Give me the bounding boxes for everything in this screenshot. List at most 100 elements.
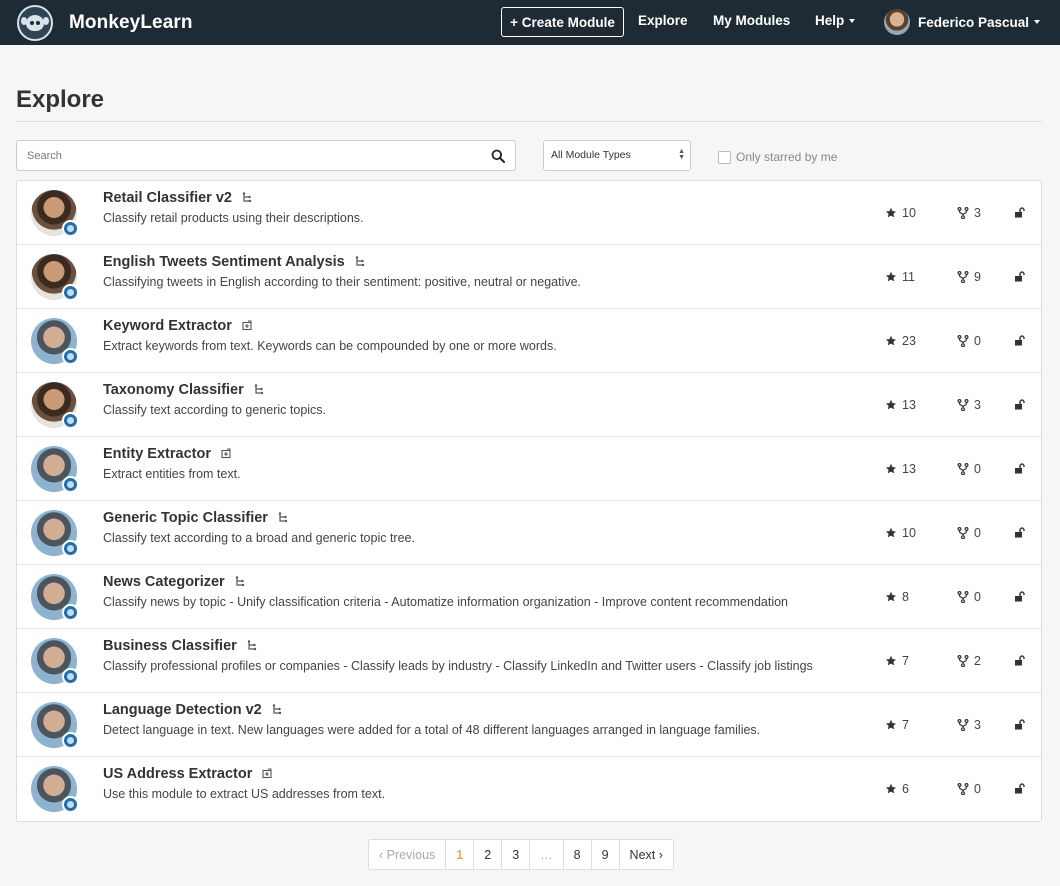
fork-count[interactable]: 0 xyxy=(957,526,981,540)
module-row[interactable]: Entity Extractor Extract entities from t… xyxy=(17,437,1041,501)
star-count-value: 8 xyxy=(902,590,909,604)
extractor-icon xyxy=(262,768,272,779)
module-row[interactable]: Language Detection v2 Detect language in… xyxy=(17,693,1041,757)
unlock-icon xyxy=(1015,591,1025,602)
fork-icon xyxy=(957,463,969,475)
star-icon xyxy=(885,271,897,282)
search-icon[interactable] xyxy=(491,149,505,163)
fork-count-value: 2 xyxy=(974,654,981,668)
monkey-logo-icon: ✦ xyxy=(17,4,53,41)
star-count[interactable]: 7 xyxy=(885,718,909,732)
module-title: Entity Extractor xyxy=(103,446,211,462)
star-icon xyxy=(885,335,897,346)
nav-help-dropdown[interactable]: Help xyxy=(815,13,856,28)
module-title-link[interactable]: Retail Classifier v2 xyxy=(103,190,252,206)
fork-count[interactable]: 0 xyxy=(957,334,981,348)
fork-count-value: 0 xyxy=(974,526,981,540)
module-title: Language Detection v2 xyxy=(103,702,262,718)
module-title-link[interactable]: Generic Topic Classifier xyxy=(103,510,288,526)
star-icon xyxy=(885,207,897,218)
fork-icon xyxy=(957,399,969,411)
fork-count-value: 3 xyxy=(974,398,981,412)
title-divider xyxy=(16,121,1042,122)
star-count[interactable]: 11 xyxy=(885,270,915,284)
nav-explore-link[interactable]: Explore xyxy=(638,13,688,28)
classifier-tree-icon xyxy=(355,256,364,267)
module-type-select[interactable]: All Module Types ▲ ▼ xyxy=(543,140,691,171)
module-row[interactable]: News Categorizer Classify news by topic … xyxy=(17,565,1041,629)
module-title-link[interactable]: Taxonomy Classifier xyxy=(103,382,264,398)
star-count[interactable]: 13 xyxy=(885,398,916,412)
module-title: Taxonomy Classifier xyxy=(103,382,244,398)
fork-count-value: 0 xyxy=(974,462,981,476)
module-description: Classify retail products using their des… xyxy=(103,211,364,225)
module-title-link[interactable]: Entity Extractor xyxy=(103,446,231,462)
fork-icon xyxy=(957,783,969,795)
module-list: Retail Classifier v2 Classify retail pro… xyxy=(16,180,1042,822)
only-starred-label: Only starred by me xyxy=(736,150,838,164)
star-icon xyxy=(885,463,897,474)
classifier-tree-icon xyxy=(235,576,244,587)
only-starred-checkbox[interactable] xyxy=(718,150,731,164)
page-button-1[interactable]: 1 xyxy=(445,840,473,869)
fork-icon xyxy=(957,591,969,603)
user-menu-dropdown[interactable]: Federico Pascual xyxy=(884,8,1041,36)
fork-count[interactable]: 2 xyxy=(957,654,981,668)
only-starred-filter[interactable]: Only starred by me xyxy=(718,150,837,164)
fork-count[interactable]: 3 xyxy=(957,398,981,412)
star-count[interactable]: 13 xyxy=(885,462,916,476)
module-title-link[interactable]: Keyword Extractor xyxy=(103,318,252,334)
fork-count[interactable]: 0 xyxy=(957,462,981,476)
module-row[interactable]: Taxonomy Classifier Classify text accord… xyxy=(17,373,1041,437)
star-count[interactable]: 8 xyxy=(885,590,909,604)
star-count[interactable]: 7 xyxy=(885,654,909,668)
page-button-2[interactable]: 2 xyxy=(473,840,501,869)
fork-count-value: 3 xyxy=(974,206,981,220)
next-page-button[interactable]: Next › xyxy=(618,840,673,869)
star-count-value: 23 xyxy=(902,334,916,348)
verified-badge-icon xyxy=(62,540,79,557)
fork-count[interactable]: 0 xyxy=(957,782,981,796)
pagination-ellipsis: … xyxy=(529,840,563,869)
module-title-link[interactable]: News Categorizer xyxy=(103,574,245,590)
fork-count[interactable]: 3 xyxy=(957,206,981,220)
search-input[interactable] xyxy=(27,148,477,164)
brand-name: MonkeyLearn xyxy=(69,11,193,33)
module-row[interactable]: Keyword Extractor Extract keywords from … xyxy=(17,309,1041,373)
module-title: News Categorizer xyxy=(103,574,225,590)
fork-count[interactable]: 0 xyxy=(957,590,981,604)
page-button-9[interactable]: 9 xyxy=(590,840,619,869)
unlock-icon xyxy=(1015,783,1025,794)
module-title-link[interactable]: English Tweets Sentiment Analysis xyxy=(103,254,365,270)
star-count[interactable]: 10 xyxy=(885,206,916,220)
brand-link[interactable]: ✦ MonkeyLearn xyxy=(17,4,193,41)
nav-my-modules-link[interactable]: My Modules xyxy=(713,13,790,28)
fork-count[interactable]: 3 xyxy=(957,718,981,732)
module-row[interactable]: Generic Topic Classifier Classify text a… xyxy=(17,501,1041,565)
star-count[interactable]: 6 xyxy=(885,782,909,796)
star-icon xyxy=(885,655,897,666)
star-count[interactable]: 10 xyxy=(885,526,916,540)
fork-count[interactable]: 9 xyxy=(957,270,981,284)
module-description: Classify professional profiles or compan… xyxy=(103,659,813,673)
module-title-link[interactable]: Language Detection v2 xyxy=(103,702,282,718)
module-row[interactable]: Retail Classifier v2 Classify retail pro… xyxy=(17,181,1041,245)
star-count[interactable]: 23 xyxy=(885,334,916,348)
module-title-link[interactable]: Business Classifier xyxy=(103,638,257,654)
extractor-icon xyxy=(221,448,231,459)
create-module-button[interactable]: + Create Module xyxy=(501,7,624,37)
star-icon xyxy=(885,399,897,410)
module-description: Classify text according to a broad and g… xyxy=(103,531,415,545)
module-row[interactable]: US Address Extractor Use this module to … xyxy=(17,757,1041,821)
user-avatar xyxy=(884,9,910,35)
module-title-link[interactable]: US Address Extractor xyxy=(103,766,272,782)
module-description: Use this module to extract US addresses … xyxy=(103,787,386,801)
module-description: Classify text according to generic topic… xyxy=(103,403,327,417)
verified-badge-icon xyxy=(62,668,79,685)
page-button-8[interactable]: 8 xyxy=(562,840,591,869)
page-button-3[interactable]: 3 xyxy=(501,840,529,869)
module-row[interactable]: Business Classifier Classify professiona… xyxy=(17,629,1041,693)
fork-count-value: 9 xyxy=(974,270,981,284)
module-row[interactable]: English Tweets Sentiment Analysis Classi… xyxy=(17,245,1041,309)
unlock-icon xyxy=(1015,271,1025,282)
